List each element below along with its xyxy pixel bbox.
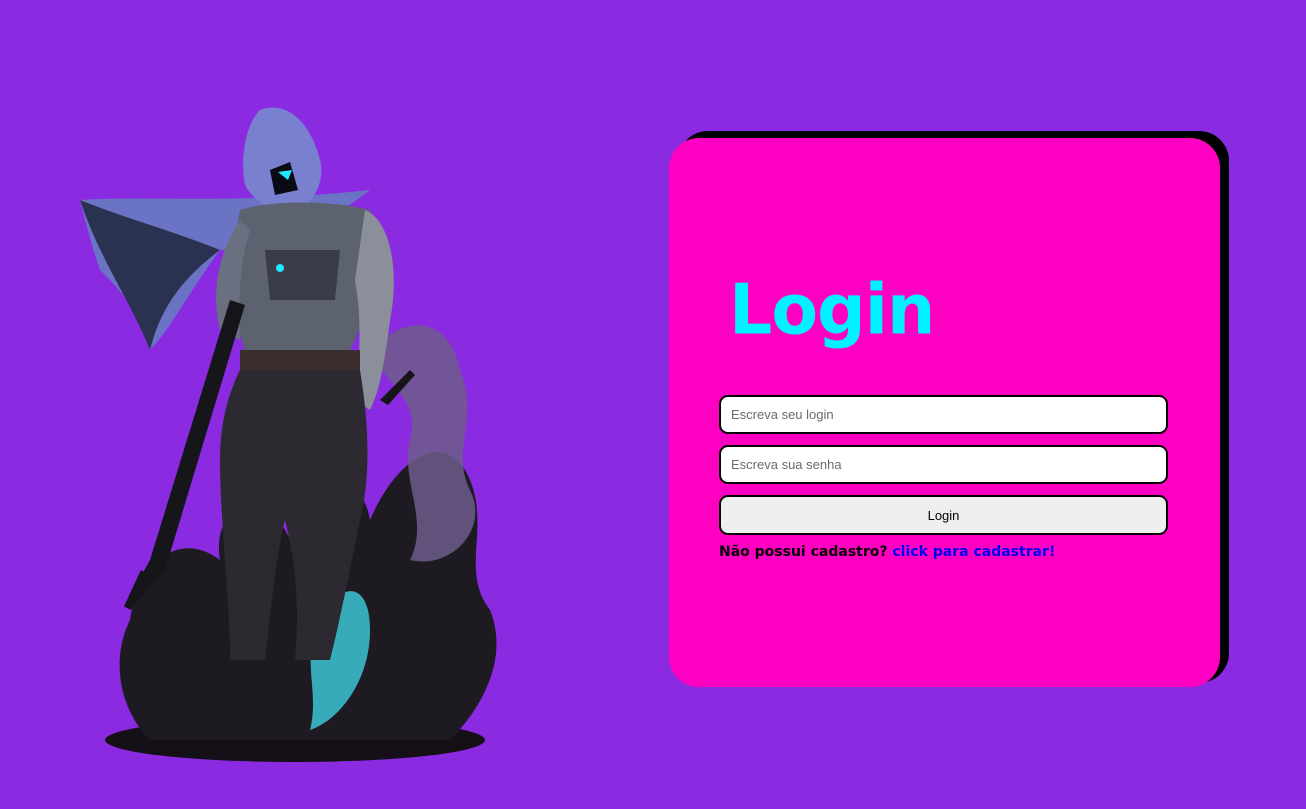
- login-input[interactable]: [719, 395, 1168, 434]
- chest-plate: [265, 250, 340, 300]
- login-title: Login: [729, 270, 935, 351]
- login-button[interactable]: Login: [719, 495, 1168, 535]
- hero-character-image: [80, 107, 497, 762]
- chest-light: [276, 264, 284, 272]
- login-card: Login Login Não possui cadastro? click p…: [669, 138, 1220, 687]
- login-page: Login Login Não possui cadastro? click p…: [0, 0, 1306, 809]
- hood: [243, 107, 322, 212]
- signup-prompt-text: Não possui cadastro?: [719, 544, 888, 560]
- signup-prompt: Não possui cadastro? click para cadastra…: [719, 544, 1055, 560]
- password-input[interactable]: [719, 445, 1168, 484]
- belt: [240, 350, 360, 372]
- signup-link[interactable]: click para cadastrar!: [892, 544, 1055, 560]
